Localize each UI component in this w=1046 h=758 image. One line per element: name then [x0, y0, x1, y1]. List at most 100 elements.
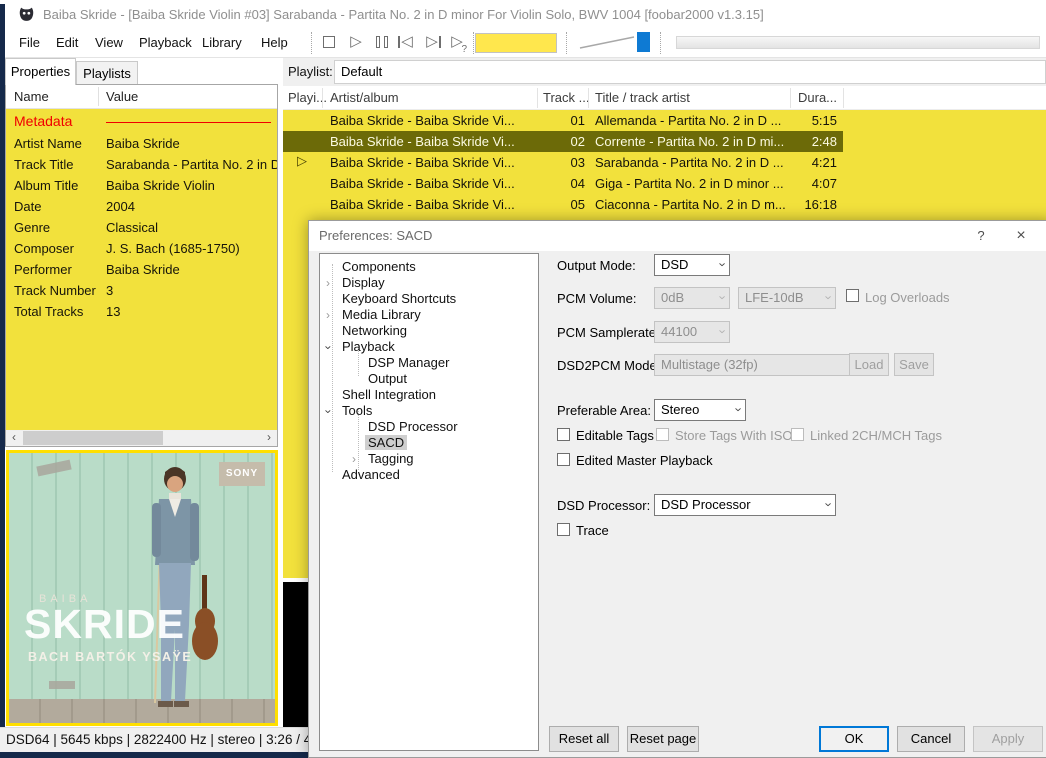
menu-library[interactable]: Library [196, 28, 248, 57]
seekbar[interactable] [475, 33, 557, 53]
edited-master-playback-checkbox[interactable] [557, 453, 570, 466]
playlist-row[interactable]: Baiba Skride - Baiba Skride Vi...05Ciaco… [283, 194, 1046, 215]
chevron-down-icon: › [821, 295, 836, 299]
playlist-bar: Playlist: Default [283, 58, 1046, 86]
volume-slider[interactable] [578, 32, 636, 52]
properties-panel: Name Value Metadata Artist NameBaiba Skr… [5, 84, 278, 447]
playlist-row-selected[interactable]: Baiba Skride - Baiba Skride Vi...02Corre… [283, 131, 843, 152]
help-button[interactable]: ? [966, 224, 996, 248]
log-overloads-label: Log Overloads [865, 290, 950, 305]
tab-playlists[interactable]: Playlists [76, 61, 138, 85]
dialog-titlebar[interactable]: Preferences: SACD ? × [309, 221, 1046, 251]
cancel-button[interactable]: Cancel [897, 726, 965, 752]
pause-button[interactable] [371, 31, 393, 54]
pause-icon [376, 36, 389, 48]
album-composers: BACH BARTÓK YSAŸE [28, 650, 192, 664]
save-button: Save [894, 353, 934, 376]
properties-header: Name Value [6, 85, 277, 109]
close-icon[interactable]: × [1006, 224, 1036, 248]
column-name: Name [14, 89, 49, 104]
dsd2pcm-mode-dropdown: Multistage (32fp)› [654, 354, 868, 376]
editable-tags-label: Editable Tags [576, 428, 654, 443]
chevron-down-icon: › [821, 502, 836, 506]
previous-button[interactable]: ◁ [396, 31, 418, 54]
chevron-down-icon: › [715, 329, 730, 333]
property-row[interactable]: Date2004 [6, 196, 277, 217]
property-row[interactable]: Track TitleSarabanda - Partita No. 2 in … [6, 154, 277, 175]
menu-edit[interactable]: Edit [50, 28, 84, 57]
pcm-samplerate-label: PCM Samplerate: [557, 325, 660, 340]
album-art-figure [9, 453, 275, 721]
scrollbar-thumb[interactable] [23, 431, 163, 445]
previous-icon [398, 36, 400, 48]
metadata-group-row[interactable]: Metadata [6, 111, 277, 132]
column-track[interactable]: Track ... [543, 90, 589, 105]
trace-label: Trace [576, 523, 609, 538]
preferences-tree: Components ›Display Keyboard Shortcuts ›… [319, 253, 539, 751]
dialog-title: Preferences: SACD [319, 228, 432, 243]
horizontal-scrollbar[interactable]: ‹ › [6, 430, 277, 446]
foobar2000-app-icon [18, 6, 35, 23]
property-row[interactable]: PerformerBaiba Skride [6, 259, 277, 280]
load-button: Load [849, 353, 889, 376]
editable-tags-checkbox[interactable] [557, 428, 570, 441]
tree-guide [332, 264, 333, 472]
toolbar-separator [473, 32, 474, 54]
output-mode-label: Output Mode: [557, 258, 636, 273]
column-duration[interactable]: Dura... [798, 90, 837, 105]
spectrum-seekbar[interactable] [676, 36, 1040, 49]
next-button[interactable]: ▷ [421, 31, 443, 54]
stop-button[interactable] [319, 31, 341, 54]
edited-master-playback-label: Edited Master Playback [576, 453, 713, 468]
linked-tags-label: Linked 2CH/MCH Tags [810, 428, 942, 443]
reset-page-button[interactable]: Reset page [627, 726, 699, 752]
playlist-row[interactable]: Baiba Skride - Baiba Skride Vi...01Allem… [283, 110, 1046, 131]
property-row[interactable]: ComposerJ. S. Bach (1685-1750) [6, 238, 277, 259]
group-rule [106, 122, 271, 123]
play-icon: ▷ [350, 33, 362, 50]
menu-help[interactable]: Help [255, 28, 294, 57]
property-row[interactable]: Total Tracks13 [6, 301, 277, 322]
tab-properties[interactable]: Properties [5, 58, 76, 85]
dsd-processor-dropdown[interactable]: DSD Processor› [654, 494, 836, 516]
playlist-row-playing[interactable]: ▷ Baiba Skride - Baiba Skride Vi...03Sar… [283, 152, 1046, 173]
property-row[interactable]: Track Number3 [6, 280, 277, 301]
now-playing-icon: ▷ [297, 153, 307, 169]
column-divider[interactable] [98, 87, 99, 106]
next-icon: ▷ [426, 33, 438, 50]
scroll-right-arrow[interactable]: › [261, 430, 277, 446]
column-title[interactable]: Title / track artist [595, 90, 690, 105]
album-art-panel: SONY BAIBA SKRIDE BACH BARTÓK YSAŸE [6, 450, 278, 726]
property-row[interactable]: GenreClassical [6, 217, 277, 238]
menu-file[interactable]: File [13, 28, 46, 57]
chevron-down-icon: › [715, 295, 730, 299]
playlist-row[interactable]: Baiba Skride - Baiba Skride Vi...04Giga … [283, 173, 1046, 194]
property-row[interactable]: Artist NameBaiba Skride [6, 133, 277, 154]
toolbar-separator [311, 32, 312, 54]
menu-playback[interactable]: Playback [133, 28, 198, 57]
playlist-name-field[interactable]: Default [334, 60, 1046, 84]
reset-all-button[interactable]: Reset all [549, 726, 619, 752]
status-text: DSD64 | 5645 kbps | 2822400 Hz | stereo … [6, 732, 330, 747]
output-mode-dropdown[interactable]: DSD› [654, 254, 730, 276]
column-artist-album[interactable]: Artist/album [330, 90, 399, 105]
random-button[interactable]: ▷? [446, 31, 468, 54]
volume-slider-handle[interactable] [637, 32, 650, 52]
ok-button[interactable]: OK [819, 726, 889, 752]
store-tags-with-iso-label: Store Tags With ISO [675, 428, 793, 443]
window-titlebar[interactable]: Baiba Skride - [Baiba Skride Violin #03]… [5, 0, 1046, 28]
chevron-down-icon: › [731, 407, 746, 411]
preferable-area-dropdown[interactable]: Stereo› [654, 399, 746, 421]
toolbar-separator [566, 32, 567, 54]
preferable-area-label: Preferable Area: [557, 403, 651, 418]
menu-view[interactable]: View [89, 28, 129, 57]
pcm-volume-dropdown: 0dB› [654, 287, 730, 309]
property-row[interactable]: Album TitleBaiba Skride Violin [6, 175, 277, 196]
play-button[interactable]: ▷ [345, 31, 367, 54]
playlist-column-headers: Playi... Artist/album Track ... Title / … [283, 86, 1046, 110]
scroll-left-arrow[interactable]: ‹ [6, 430, 22, 446]
trace-checkbox[interactable] [557, 523, 570, 536]
pcm-volume-label: PCM Volume: [557, 291, 636, 306]
window-title: Baiba Skride - [Baiba Skride Violin #03]… [43, 7, 764, 22]
column-value: Value [106, 89, 138, 104]
